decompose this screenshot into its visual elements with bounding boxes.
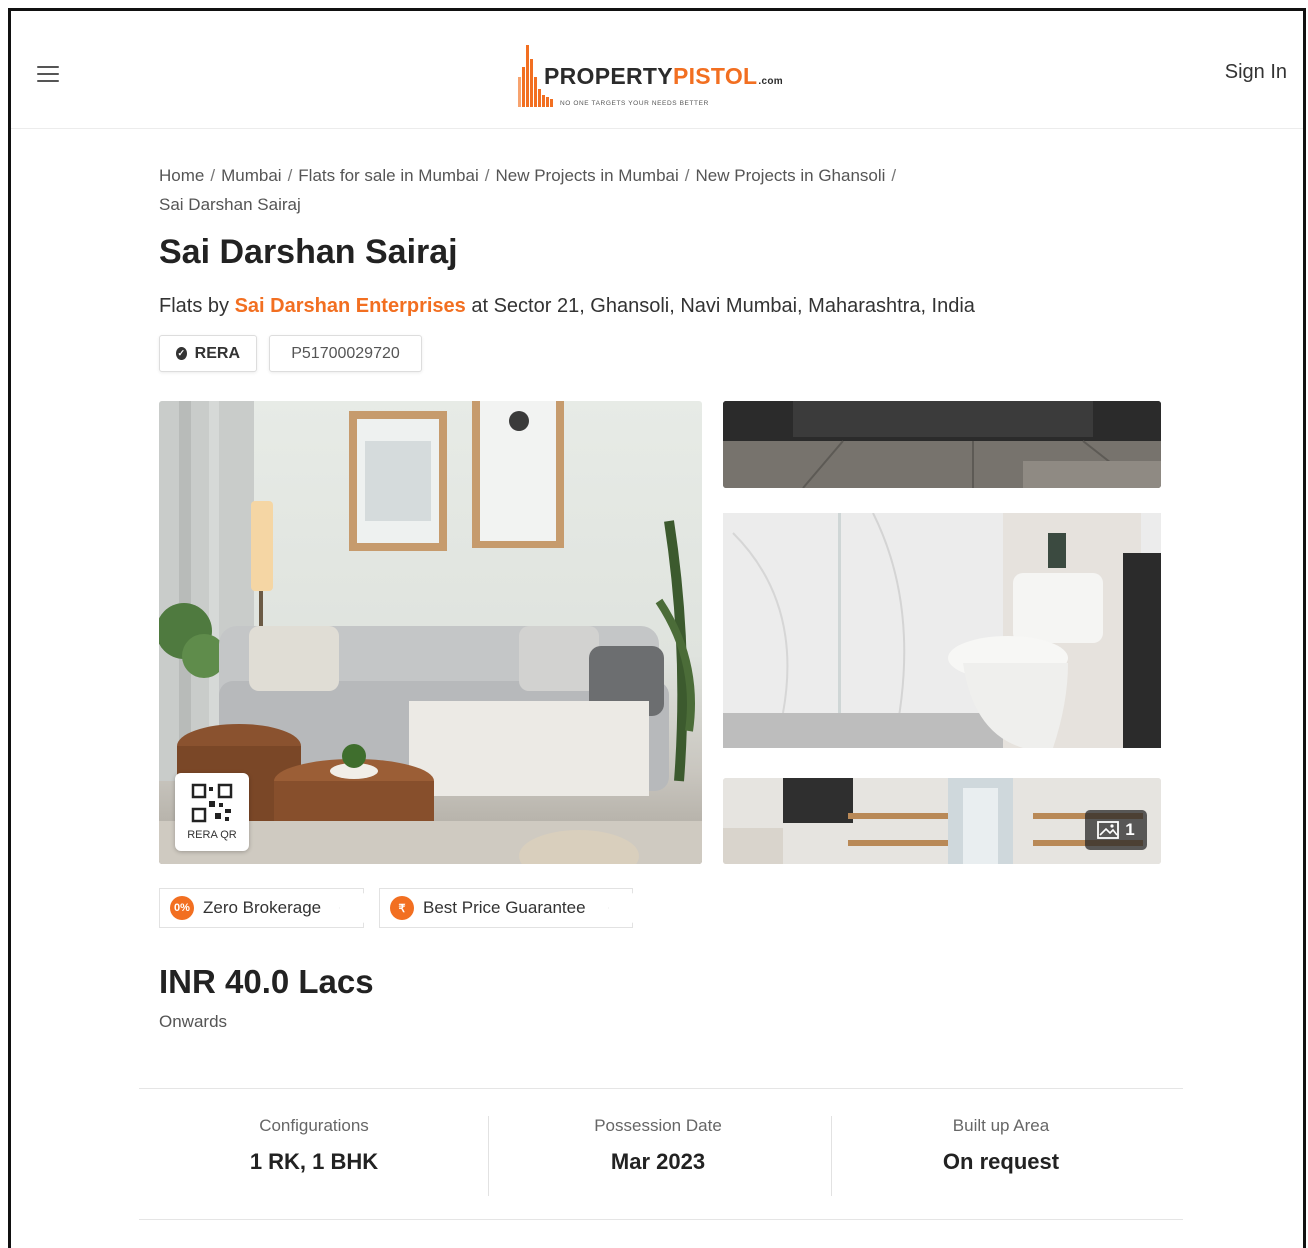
developer-link[interactable]: Sai Darshan Enterprises bbox=[235, 295, 466, 317]
breadcrumb-new-projects-ghansoli[interactable]: New Projects in Ghansoli bbox=[696, 166, 886, 185]
logo-name-dark: PROPERTY bbox=[544, 63, 673, 89]
best-price-tag: ₹ Best Price Guarantee bbox=[379, 888, 633, 928]
breadcrumb: Home / Mumbai / Flats for sale in Mumbai / New… bbox=[159, 166, 897, 214]
stat-configurations: Configurations 1 RK, 1 BHK bbox=[144, 1116, 484, 1175]
site-logo[interactable]: PROPERTYPISTOL.com NO ONE TARGETS YOUR N… bbox=[516, 37, 816, 109]
sign-in-link[interactable]: Sign In bbox=[1225, 61, 1287, 84]
page-title: Sai Darshan Sairaj bbox=[159, 233, 458, 271]
logo-suffix: .com bbox=[758, 76, 783, 87]
breadcrumb-current: Sai Darshan Sairaj bbox=[159, 195, 301, 214]
stat-built-up-area: Built up Area On request bbox=[831, 1116, 1171, 1175]
rera-badge[interactable]: ✓ RERA bbox=[159, 335, 257, 372]
zero-percent-icon: 0% bbox=[170, 896, 194, 920]
price-note: Onwards bbox=[159, 1012, 228, 1031]
breadcrumb-mumbai[interactable]: Mumbai bbox=[221, 166, 281, 185]
subtitle-location: at Sector 21, Ghansoli, Navi Mumbai, Mah… bbox=[465, 295, 975, 317]
image-gallery-icon bbox=[1097, 821, 1120, 839]
project-subtitle: Flats by Sai Darshan Enterprises at Sect… bbox=[159, 295, 975, 318]
subtitle-prefix: Flats by bbox=[159, 295, 235, 317]
main-photo-living-room[interactable]: RERA QR bbox=[159, 401, 702, 864]
logo-wordmark: PROPERTYPISTOL.com bbox=[544, 63, 783, 90]
rera-qr-label: RERA QR bbox=[187, 829, 237, 841]
qr-code-icon bbox=[191, 783, 233, 823]
rera-number-badge: P51700029720 bbox=[269, 335, 422, 372]
page-frame: PROPERTYPISTOL.com NO ONE TARGETS YOUR N… bbox=[8, 8, 1306, 1248]
logo-name-orange: PISTOL bbox=[672, 63, 758, 89]
breadcrumb-home[interactable]: Home bbox=[159, 166, 204, 185]
stat-value: 1 RK, 1 BHK bbox=[249, 1149, 379, 1174]
stat-label: Possession Date bbox=[594, 1116, 722, 1135]
stat-label: Configurations bbox=[259, 1116, 369, 1135]
hamburger-menu-icon[interactable] bbox=[37, 66, 59, 84]
breadcrumb-flats-for-sale[interactable]: Flats for sale in Mumbai bbox=[298, 166, 478, 185]
bathroom-illustration bbox=[723, 513, 1161, 748]
photo-bathroom[interactable] bbox=[723, 513, 1161, 748]
best-price-label: Best Price Guarantee bbox=[423, 898, 586, 917]
rera-qr-button[interactable]: RERA QR bbox=[175, 773, 249, 851]
rupee-icon: ₹ bbox=[390, 896, 414, 920]
stat-label: Built up Area bbox=[952, 1116, 1050, 1135]
stat-possession-date: Possession Date Mar 2023 bbox=[488, 1116, 828, 1175]
zero-brokerage-label: Zero Brokerage bbox=[203, 898, 322, 917]
logo-tagline: NO ONE TARGETS YOUR NEEDS BETTER bbox=[560, 100, 709, 107]
stat-value: Mar 2023 bbox=[610, 1149, 706, 1174]
zero-brokerage-tag: 0% Zero Brokerage bbox=[159, 888, 364, 928]
price-amount: INR 40.0 Lacs bbox=[159, 963, 374, 1000]
divider-bottom bbox=[139, 1219, 1183, 1220]
photo-count: 1 bbox=[1125, 820, 1135, 839]
site-header: PROPERTYPISTOL.com NO ONE TARGETS YOUR N… bbox=[11, 11, 1303, 129]
gallery-count-button[interactable]: 1 bbox=[1085, 810, 1147, 850]
photo-bedroom[interactable] bbox=[723, 401, 1161, 488]
breadcrumb-new-projects-mumbai[interactable]: New Projects in Mumbai bbox=[495, 166, 678, 185]
stat-value: On request bbox=[942, 1149, 1060, 1174]
photo-kitchen[interactable]: 1 bbox=[723, 778, 1161, 864]
divider-top bbox=[139, 1088, 1183, 1089]
verified-check-icon: ✓ bbox=[176, 347, 187, 360]
bedroom-illustration bbox=[723, 401, 1161, 488]
rera-label: RERA bbox=[194, 344, 240, 362]
